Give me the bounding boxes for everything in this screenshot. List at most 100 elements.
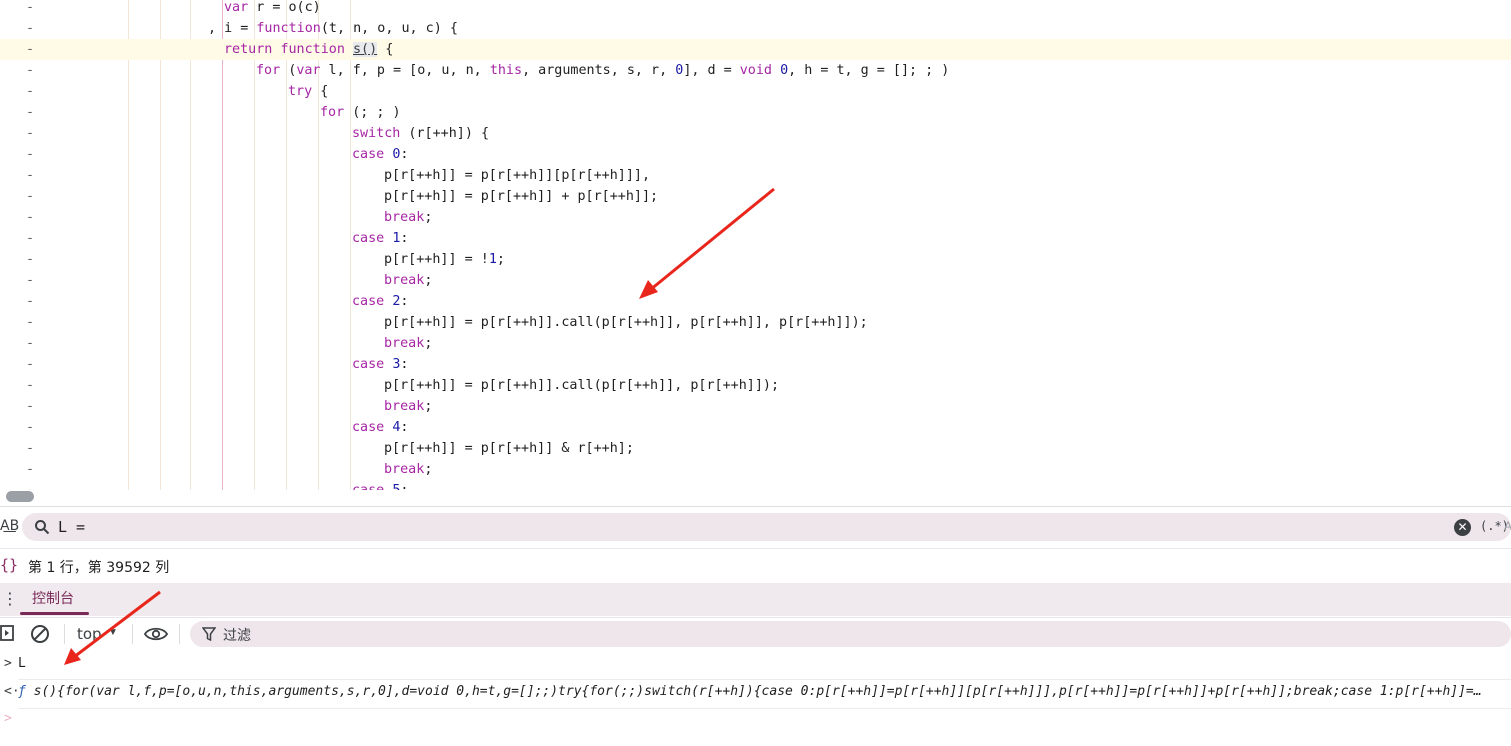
gutter-marker[interactable]: - [26, 354, 36, 375]
case-sensitive-icon[interactable]: A [1504, 519, 1511, 533]
code-line[interactable]: - break; [0, 333, 1511, 354]
code-line[interactable]: - case 3: [0, 354, 1511, 375]
code-text: p[r[++h]] = p[r[++h]] & r[++h]; [384, 441, 634, 456]
gutter-marker[interactable]: - [26, 186, 36, 207]
code-line[interactable]: - break; [0, 396, 1511, 417]
gutter-marker[interactable]: - [26, 39, 36, 60]
code-line[interactable]: - p[r[++h]] = p[r[++h]] & r[++h]; [0, 438, 1511, 459]
code-text: break; [384, 336, 433, 351]
gutter-marker[interactable]: - [26, 291, 36, 312]
code-text: var r = o(c) [224, 0, 321, 15]
code-line[interactable]: - p[r[++h]] = !1; [0, 249, 1511, 270]
tab-active-indicator [20, 612, 89, 615]
pretty-print-icon[interactable]: {} [0, 556, 18, 574]
editor-status-bar: {} 第 1 行，第 39592 列 [0, 548, 1511, 582]
divider [132, 624, 133, 644]
console-prompt-icon[interactable]: > [4, 711, 12, 726]
code-text: p[r[++h]] = p[r[++h]] + p[r[++h]]; [384, 189, 659, 204]
gutter-marker[interactable]: - [26, 207, 36, 228]
gutter-marker[interactable]: - [26, 480, 36, 490]
gutter-marker[interactable]: - [26, 333, 36, 354]
console-result-value[interactable]: ƒ s(){for(var l,f,p=[o,u,n,this,argument… [18, 684, 1482, 699]
search-field[interactable]: L = ✕ (.*) A [22, 513, 1511, 541]
gutter-marker[interactable]: - [26, 102, 36, 123]
code-line[interactable]: - break; [0, 459, 1511, 480]
match-case-icon[interactable]: A͟B [0, 518, 19, 534]
console-output: > L <· ƒ s(){for(var l,f,p=[o,u,n,this,a… [0, 650, 1511, 746]
search-bar: A͟B L = ✕ (.*) A [0, 510, 1511, 544]
code-line[interactable]: - p[r[++h]] = p[r[++h]].call(p[r[++h]], p… [0, 375, 1511, 396]
gutter-marker[interactable]: - [26, 438, 36, 459]
code-line[interactable]: - case 5: [0, 480, 1511, 490]
code-text: case 2: [352, 294, 409, 309]
gutter-marker[interactable]: - [26, 270, 36, 291]
gutter-marker[interactable]: - [26, 123, 36, 144]
filter-input[interactable]: 过滤 [223, 625, 251, 645]
search-icon [35, 520, 50, 535]
console-input-echo: L [18, 656, 26, 671]
code-text: case 1: [352, 231, 409, 246]
filter-field[interactable]: 过滤 [190, 621, 1511, 647]
code-line[interactable]: - break; [0, 207, 1511, 228]
code-text: , i = function(t, n, o, u, c) { [208, 21, 458, 36]
console-result-row[interactable]: <· ƒ s(){for(var l,f,p=[o,u,n,this,argum… [0, 684, 1511, 710]
gutter-marker[interactable]: - [26, 228, 36, 249]
code-text: p[r[++h]] = !1; [384, 252, 505, 267]
code-text: case 5: [352, 480, 408, 490]
clear-icon[interactable]: ✕ [1454, 519, 1471, 536]
gutter-marker[interactable]: - [26, 312, 36, 333]
code-text: try { [288, 84, 329, 99]
gutter-marker[interactable]: - [26, 60, 36, 81]
divider [64, 624, 65, 644]
code-line[interactable]: - for (; ; ) [0, 102, 1511, 123]
code-line[interactable]: - case 4: [0, 417, 1511, 438]
code-line[interactable]: - case 0: [0, 144, 1511, 165]
code-line[interactable]: - switch (r[++h]) { [0, 123, 1511, 144]
source-editor[interactable]: - var r = o(c) - , i = function(t, n, o, u,… [0, 0, 1511, 490]
function-source: s(){for(var l,f,p=[o,u,n,this,arguments,… [33, 684, 1482, 699]
code-line[interactable]: - var r = o(c) [0, 0, 1511, 18]
code-line[interactable]: - for (var l, f, p = [o, u, n, this, argu… [0, 60, 1511, 81]
gutter-marker[interactable]: - [26, 459, 36, 480]
code-line[interactable]: - p[r[++h]] = p[r[++h]] + p[r[++h]]; [0, 186, 1511, 207]
code-line[interactable]: - break; [0, 270, 1511, 291]
code-line[interactable]: - case 1: [0, 228, 1511, 249]
eye-icon[interactable] [144, 625, 168, 643]
gutter-marker[interactable]: - [26, 396, 36, 417]
input-prompt-icon: > [4, 656, 12, 671]
divider [18, 679, 1511, 680]
code-text: case 3: [352, 357, 409, 372]
gutter-marker[interactable]: - [26, 0, 36, 18]
code-line[interactable]: - return function s() { [0, 39, 1511, 60]
code-text: p[r[++h]] = p[r[++h]][p[r[++h]]], [384, 168, 651, 183]
gutter-marker[interactable]: - [26, 417, 36, 438]
clear-console-icon[interactable] [30, 624, 50, 644]
chevron-down-icon[interactable]: ▼ [108, 627, 118, 638]
search-input[interactable]: L = [58, 518, 85, 536]
code-line[interactable]: - p[r[++h]] = p[r[++h]][p[r[++h]]], [0, 165, 1511, 186]
cursor-position: 第 1 行，第 39592 列 [28, 560, 170, 576]
code-line[interactable]: - try { [0, 81, 1511, 102]
gutter-marker[interactable]: - [26, 165, 36, 186]
code-text: p[r[++h]] = p[r[++h]].call(p[r[++h]], p[… [384, 315, 868, 330]
filter-icon [202, 627, 216, 641]
console-prompt-row[interactable]: > [0, 711, 1511, 737]
context-selector[interactable]: top [77, 625, 102, 643]
code-text: case 0: [352, 147, 409, 162]
sidebar-toggle-icon[interactable] [0, 625, 14, 641]
code-text: for (var l, f, p = [o, u, n, this, argum… [256, 63, 950, 78]
gutter-marker[interactable]: - [26, 18, 36, 39]
divider [0, 506, 1511, 507]
gutter-marker[interactable]: - [26, 249, 36, 270]
code-line[interactable]: - case 2: [0, 291, 1511, 312]
code-line[interactable]: - p[r[++h]] = p[r[++h]].call(p[r[++h]], p… [0, 312, 1511, 333]
gutter-marker[interactable]: - [26, 375, 36, 396]
kebab-menu-icon[interactable]: ⋮ [2, 589, 18, 608]
code-text: for (; ; ) [320, 105, 401, 120]
console-toolbar: top ▼ 过滤 [0, 617, 1511, 651]
horizontal-scrollbar[interactable] [6, 491, 34, 502]
gutter-marker[interactable]: - [26, 144, 36, 165]
code-line[interactable]: - , i = function(t, n, o, u, c) { [0, 18, 1511, 39]
code-text: switch (r[++h]) { [352, 126, 490, 141]
gutter-marker[interactable]: - [26, 81, 36, 102]
